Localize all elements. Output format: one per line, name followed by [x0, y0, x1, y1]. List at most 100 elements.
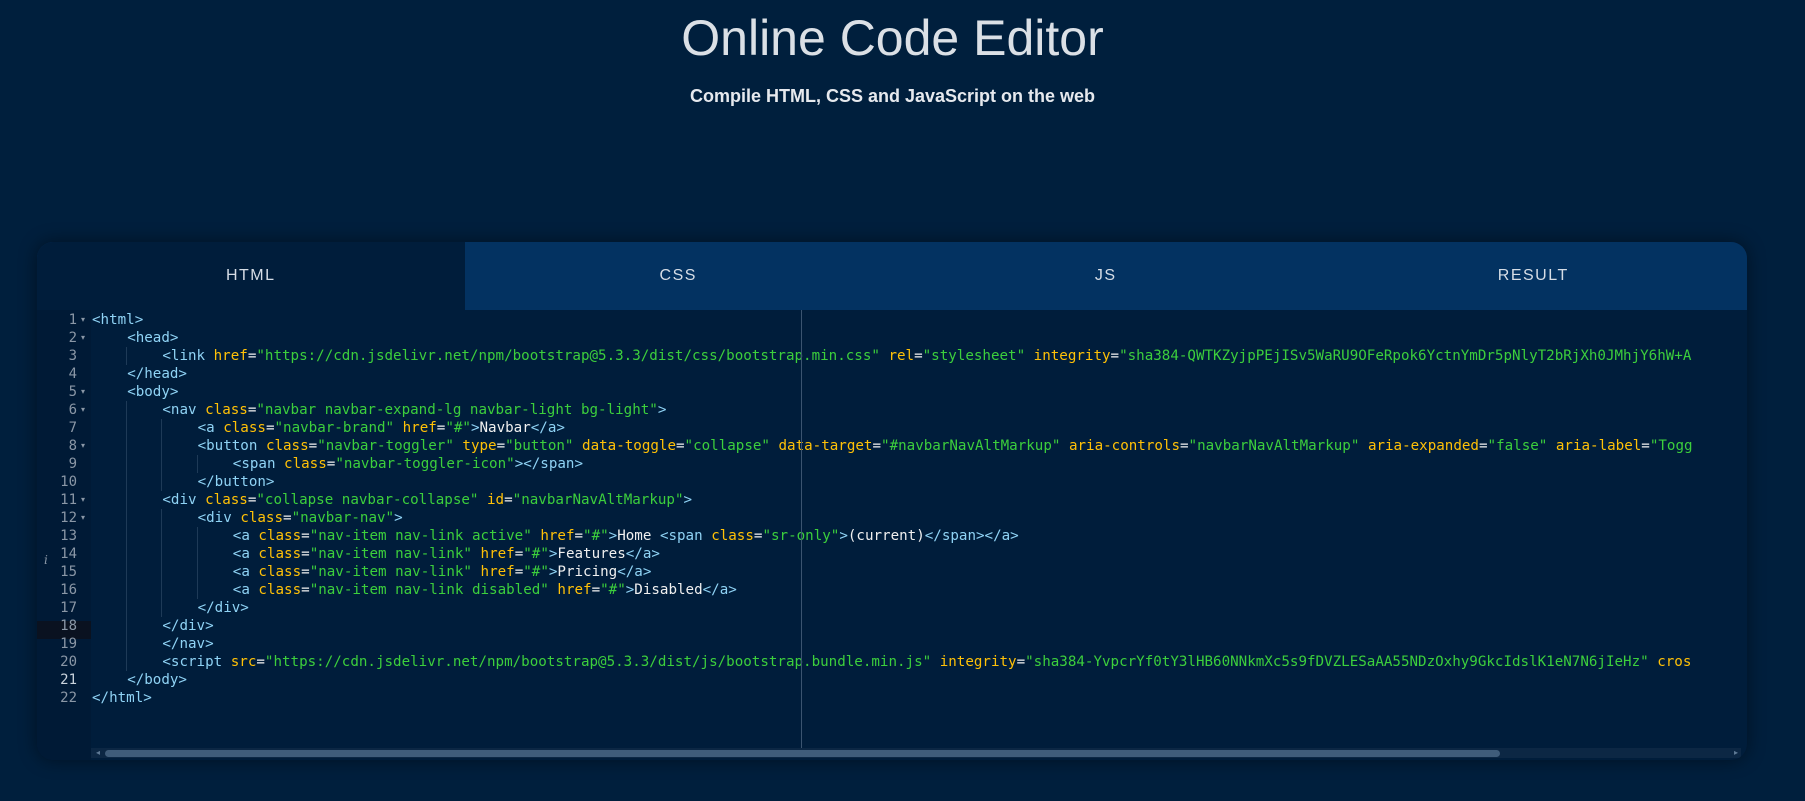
- code-token: <div: [162, 492, 206, 508]
- indent-guide: [126, 527, 128, 545]
- code-token: =: [872, 438, 882, 454]
- indent-guide: [161, 581, 163, 599]
- line-number: 11: [60, 492, 77, 508]
- indent-guide: [126, 581, 128, 599]
- code-line: </nav>: [162, 635, 213, 653]
- code-token: "navbarNavAltMarkup": [512, 492, 684, 508]
- code-text-area[interactable]: <html> <head> <link href="https://cdn.jsde…: [91, 310, 1747, 750]
- code-token: <div: [197, 510, 241, 526]
- code-token: <link: [162, 348, 214, 364]
- line-number: 4: [68, 366, 77, 382]
- page-subtitle: Compile HTML, CSS and JavaScript on the …: [689, 86, 1096, 106]
- code-token: <nav: [162, 402, 206, 418]
- code-token: class: [711, 528, 754, 544]
- code-token: >: [608, 528, 618, 544]
- fold-toggle-icon[interactable]: ▾: [81, 311, 89, 329]
- code-token: </nav>: [162, 636, 214, 652]
- code-token: "#navbarNavAltMarkup": [881, 438, 1061, 454]
- code-token: "nav-item nav-link": [309, 546, 472, 562]
- indent-guide: [126, 545, 128, 563]
- line-number: 7: [68, 420, 77, 436]
- line-number: 13: [60, 528, 77, 544]
- code-token: <a: [197, 420, 224, 436]
- code-token: </div>: [162, 618, 214, 634]
- scroll-left-arrow-icon[interactable]: ◂: [93, 748, 103, 758]
- tab-html[interactable]: HTML: [37, 242, 465, 310]
- line-number: 2: [68, 330, 77, 346]
- code-token: class: [240, 510, 284, 526]
- code-token: <html>: [92, 312, 144, 328]
- code-token: integrity: [1033, 348, 1111, 364]
- code-token: rel: [888, 348, 915, 364]
- fold-toggle-icon[interactable]: ▾: [81, 437, 89, 455]
- code-token: =: [1478, 438, 1488, 454]
- code-line: <body>: [127, 383, 178, 401]
- code-token: =: [283, 510, 292, 526]
- code-token: <button: [197, 438, 266, 454]
- indent-guide: [126, 563, 128, 581]
- code-line: <a class="nav-item nav-link" href="#">Fe…: [233, 545, 660, 563]
- code-line: <a class="nav-item nav-link disabled" hr…: [233, 581, 737, 599]
- code-line: </div>: [198, 599, 249, 617]
- line-number: 12: [60, 510, 77, 526]
- code-line: <a class="navbar-brand" href="#">Navbar<…: [198, 419, 565, 437]
- tab-css[interactable]: CSS: [465, 242, 893, 310]
- indent-guide: [161, 437, 163, 455]
- scroll-right-arrow-icon[interactable]: ▸: [1731, 748, 1741, 758]
- code-token: "nav-item nav-link active": [309, 528, 532, 544]
- code-token: =: [496, 438, 506, 454]
- line-number: 22: [60, 690, 77, 706]
- tab-result[interactable]: RESULT: [1320, 242, 1748, 310]
- code-token: =: [1016, 654, 1026, 670]
- code-token: href: [540, 528, 575, 544]
- code-token: "navbar navbar-expand-lg navbar-light bg…: [256, 402, 658, 418]
- fold-toggle-icon[interactable]: ▾: [81, 401, 89, 419]
- code-token: cros: [1657, 654, 1692, 670]
- code-line: </div>: [162, 617, 213, 635]
- code-token: >: [470, 420, 480, 436]
- code-token: "#": [523, 564, 549, 580]
- line-number: 10: [60, 474, 77, 490]
- indent-guide: [126, 419, 128, 437]
- fold-toggle-icon[interactable]: ▾: [81, 509, 89, 527]
- code-token: class: [258, 564, 302, 580]
- indent-guide: [126, 491, 128, 509]
- code-token: data-toggle: [582, 438, 676, 454]
- code-token: href: [557, 582, 592, 598]
- fold-toggle-icon[interactable]: ▾: [81, 329, 89, 347]
- code-token: href: [402, 420, 437, 436]
- indent-guide: [161, 527, 163, 545]
- line-number: 20: [60, 654, 77, 670]
- code-token: "https://cdn.jsdelivr.net/npm/bootstrap@…: [256, 348, 880, 364]
- code-token: </button>: [197, 474, 275, 490]
- code-line: <span class="navbar-toggler-icon"></span…: [233, 455, 583, 473]
- code-token: =: [256, 654, 265, 670]
- indent-guide: [161, 419, 163, 437]
- indent-guide: [161, 545, 163, 563]
- code-line: <button class="navbar-toggler" type="but…: [198, 437, 1693, 455]
- code-token: "sha384-YvpcrYf0tY3lHB60NNkmXc5s9fDVZLES…: [1025, 654, 1649, 670]
- code-token: Navbar: [479, 420, 531, 436]
- code-token: >: [683, 492, 693, 508]
- fold-toggle-icon[interactable]: ▾: [81, 491, 89, 509]
- line-number: 8: [68, 438, 77, 454]
- indent-guide: [161, 599, 163, 617]
- code-token: "#": [600, 582, 626, 598]
- fold-toggle-icon[interactable]: ▾: [81, 383, 89, 401]
- code-token: <a: [232, 546, 259, 562]
- line-number: 6: [68, 402, 77, 418]
- code-token: (current): [847, 528, 925, 544]
- code-token: "https://cdn.jsdelivr.net/npm/bootstrap@…: [264, 654, 932, 670]
- horizontal-scrollbar-thumb[interactable]: [105, 750, 1500, 757]
- editor-tab-bar: HTML CSS JS RESULT: [37, 242, 1747, 310]
- code-token: href: [480, 546, 515, 562]
- code-line: <div class="navbar-nav">: [198, 509, 403, 527]
- tab-js[interactable]: JS: [892, 242, 1320, 310]
- code-token: =: [514, 546, 524, 562]
